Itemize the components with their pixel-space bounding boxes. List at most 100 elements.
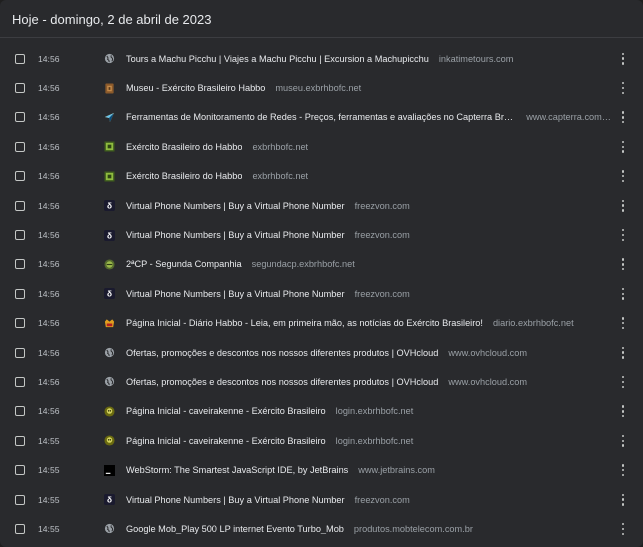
more-actions-icon[interactable] xyxy=(621,140,625,153)
more-actions-icon[interactable] xyxy=(621,82,625,95)
page-title[interactable]: Virtual Phone Numbers | Buy a Virtual Ph… xyxy=(126,289,345,299)
history-row[interactable]: 14:55 WebStorm: The Smartest JavaScript I… xyxy=(0,455,643,484)
select-checkbox[interactable] xyxy=(15,171,25,182)
more-actions-icon[interactable] xyxy=(621,493,625,506)
more-actions-icon[interactable] xyxy=(621,464,625,477)
history-entry-link[interactable]: Exército Brasileiro do Habbo exbrhbofc.ne… xyxy=(126,171,611,181)
select-checkbox[interactable] xyxy=(15,406,25,417)
visit-time: 14:56 xyxy=(38,230,60,241)
svg-text:δ: δ xyxy=(107,202,112,211)
select-checkbox[interactable] xyxy=(15,376,25,387)
page-title[interactable]: Página Inicial - caveirakenne - Exército… xyxy=(126,406,326,416)
select-checkbox[interactable] xyxy=(15,347,25,358)
history-entry-link[interactable]: Exército Brasileiro do Habbo exbrhbofc.ne… xyxy=(126,142,611,152)
visit-time: 14:56 xyxy=(38,406,60,417)
select-checkbox[interactable] xyxy=(15,200,25,211)
history-row[interactable]: 14:56 Página Inicial - Diário Habbo - Lei… xyxy=(0,309,643,338)
history-row[interactable]: 14:55 Google Mob_Play 500 LP internet Eve… xyxy=(0,514,643,543)
history-row[interactable]: 14:56 Ofertas, promoções e descontos nos … xyxy=(0,367,643,396)
history-entry-link[interactable]: Página Inicial - caveirakenne - Exército… xyxy=(126,406,611,416)
page-title[interactable]: Virtual Phone Numbers | Buy a Virtual Ph… xyxy=(126,201,345,211)
history-entry-link[interactable]: Ofertas, promoções e descontos nos nosso… xyxy=(126,348,611,358)
page-title[interactable]: Exército Brasileiro do Habbo xyxy=(126,171,242,181)
page-title[interactable]: Museu - Exército Brasileiro Habbo xyxy=(126,83,265,93)
select-checkbox[interactable] xyxy=(15,259,25,270)
history-row[interactable]: 14:56 δ Virtual Phone Numbers | Buy a Virt… xyxy=(0,191,643,220)
more-actions-icon[interactable] xyxy=(621,434,625,447)
page-title[interactable]: 2ªCP - Segunda Companhia xyxy=(126,259,242,269)
more-actions-icon[interactable] xyxy=(621,405,625,418)
more-actions-icon[interactable] xyxy=(621,52,625,65)
select-checkbox[interactable] xyxy=(15,112,25,123)
history-list: 14:56 Tours a Machu Picchu | Viajes a Mac… xyxy=(0,44,643,544)
more-actions-icon[interactable] xyxy=(621,375,625,388)
history-entry-link[interactable]: Virtual Phone Numbers | Buy a Virtual Ph… xyxy=(126,230,611,240)
select-checkbox[interactable] xyxy=(15,53,25,64)
history-entry-link[interactable]: Virtual Phone Numbers | Buy a Virtual Ph… xyxy=(126,201,611,211)
visit-time: 14:55 xyxy=(38,435,60,446)
more-actions-icon[interactable] xyxy=(621,229,625,242)
visit-time: 14:55 xyxy=(38,494,60,505)
history-entry-link[interactable]: WebStorm: The Smartest JavaScript IDE, b… xyxy=(126,465,611,475)
page-title[interactable]: Exército Brasileiro do Habbo xyxy=(126,142,242,152)
more-actions-icon[interactable] xyxy=(621,522,625,535)
more-actions-icon[interactable] xyxy=(621,258,625,271)
history-entry-link[interactable]: Tours a Machu Picchu | Viajes a Machu Pi… xyxy=(126,54,611,64)
history-row[interactable]: 14:55 Página Inicial - caveirakenne - Exé… xyxy=(0,426,643,455)
page-domain: login.exbrhbofc.net xyxy=(335,435,414,446)
more-actions-icon[interactable] xyxy=(621,346,625,359)
history-row[interactable]: 14:56 Exército Brasileiro do Habbo exbrhbo… xyxy=(0,162,643,191)
select-checkbox[interactable] xyxy=(15,494,25,505)
history-row[interactable]: 14:56 2ªCP - Segunda Companhia segundacp.e… xyxy=(0,250,643,279)
skull-badge-icon xyxy=(104,406,115,417)
history-entry-link[interactable]: Google Mob_Play 500 LP internet Evento T… xyxy=(126,524,611,534)
more-actions-icon[interactable] xyxy=(621,170,625,183)
history-entry-link[interactable]: Virtual Phone Numbers | Buy a Virtual Ph… xyxy=(126,495,611,505)
history-entry-link[interactable]: Página Inicial - Diário Habbo - Leia, em… xyxy=(126,318,611,328)
history-row[interactable]: 14:56 Tours a Machu Picchu | Viajes a Mac… xyxy=(0,44,643,73)
history-entry-link[interactable]: Ferramentas de Monitoramento de Redes - … xyxy=(126,112,611,122)
history-row[interactable]: 14:56 δ Virtual Phone Numbers | Buy a Virt… xyxy=(0,279,643,308)
freezvon-icon: δ xyxy=(104,494,115,506)
page-title[interactable]: WebStorm: The Smartest JavaScript IDE, b… xyxy=(126,465,348,475)
svg-text:δ: δ xyxy=(107,496,112,505)
more-actions-icon[interactable] xyxy=(621,317,625,330)
select-checkbox[interactable] xyxy=(15,288,25,299)
history-row[interactable]: 14:56 Ferramentas de Monitoramento de Red… xyxy=(0,103,643,132)
page-title[interactable]: Ferramentas de Monitoramento de Redes - … xyxy=(126,112,516,122)
select-checkbox[interactable] xyxy=(15,83,25,94)
history-entry-link[interactable]: Página Inicial - caveirakenne - Exército… xyxy=(126,436,611,446)
select-checkbox[interactable] xyxy=(15,318,25,329)
history-row[interactable]: 14:56 Exército Brasileiro do Habbo exbrhbo… xyxy=(0,132,643,161)
page-title[interactable]: Página Inicial - Diário Habbo - Leia, em… xyxy=(126,318,483,328)
history-row[interactable]: 14:56 Museu - Exército Brasileiro Habbo mu… xyxy=(0,73,643,102)
history-row[interactable]: 14:56 Página Inicial - caveirakenne - Exé… xyxy=(0,397,643,426)
history-card: Hoje - domingo, 2 de abril de 2023 14:56… xyxy=(0,0,643,547)
page-title[interactable]: Ofertas, promoções e descontos nos nosso… xyxy=(126,377,438,387)
history-entry-link[interactable]: Virtual Phone Numbers | Buy a Virtual Ph… xyxy=(126,289,611,299)
more-actions-icon[interactable] xyxy=(621,111,625,124)
globe-icon xyxy=(104,523,115,534)
page-title[interactable]: Ofertas, promoções e descontos nos nosso… xyxy=(126,348,438,358)
freezvon-icon: δ xyxy=(104,288,115,300)
select-checkbox[interactable] xyxy=(15,523,25,534)
select-checkbox[interactable] xyxy=(15,465,25,476)
history-row[interactable]: 14:56 Ofertas, promoções e descontos nos … xyxy=(0,338,643,367)
army-badge-icon xyxy=(104,171,115,182)
history-entry-link[interactable]: 2ªCP - Segunda Companhia segundacp.exbrhb… xyxy=(126,259,611,269)
select-checkbox[interactable] xyxy=(15,435,25,446)
page-title[interactable]: Google Mob_Play 500 LP internet Evento T… xyxy=(126,524,344,534)
select-checkbox[interactable] xyxy=(15,230,25,241)
more-actions-icon[interactable] xyxy=(621,287,625,300)
page-title[interactable]: Tours a Machu Picchu | Viajes a Machu Pi… xyxy=(126,54,429,64)
page-title[interactable]: Virtual Phone Numbers | Buy a Virtual Ph… xyxy=(126,495,345,505)
visit-time: 14:56 xyxy=(38,288,60,299)
history-row[interactable]: 14:56 δ Virtual Phone Numbers | Buy a Virt… xyxy=(0,220,643,249)
select-checkbox[interactable] xyxy=(15,141,25,152)
history-entry-link[interactable]: Museu - Exército Brasileiro Habbo museu.e… xyxy=(126,83,611,93)
page-title[interactable]: Página Inicial - caveirakenne - Exército… xyxy=(126,436,326,446)
history-row[interactable]: 14:55 δ Virtual Phone Numbers | Buy a Virt… xyxy=(0,485,643,514)
history-entry-link[interactable]: Ofertas, promoções e descontos nos nosso… xyxy=(126,377,611,387)
more-actions-icon[interactable] xyxy=(621,199,625,212)
page-title[interactable]: Virtual Phone Numbers | Buy a Virtual Ph… xyxy=(126,230,345,240)
